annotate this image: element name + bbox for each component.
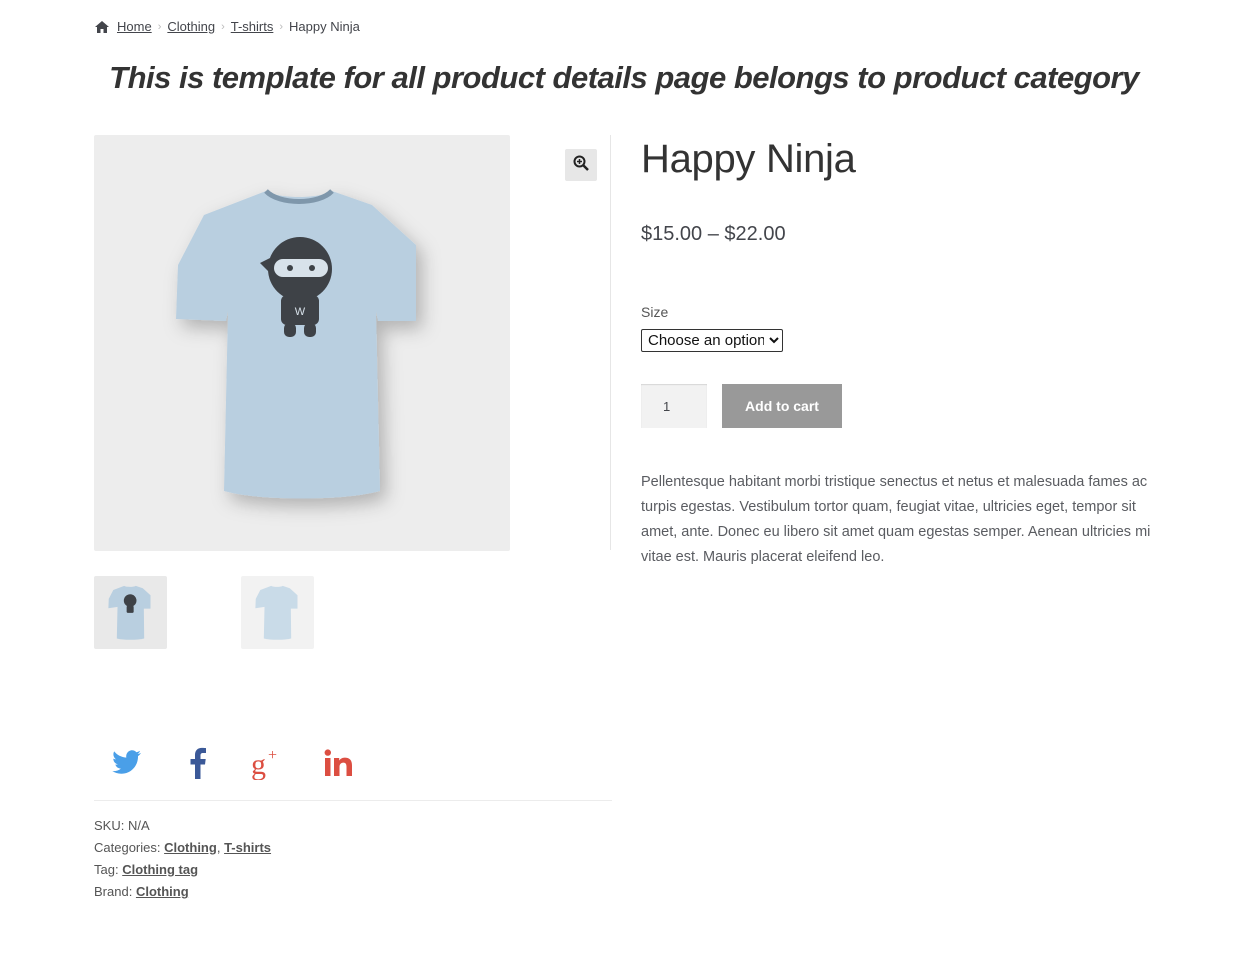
- facebook-icon[interactable]: [178, 740, 218, 786]
- brand-label: Brand:: [94, 884, 133, 899]
- linkedin-icon[interactable]: [319, 740, 359, 786]
- tshirt-ninja-image: W: [176, 189, 416, 499]
- svg-text:W: W: [295, 306, 306, 318]
- sku-value: N/A: [127, 818, 150, 833]
- breadcrumb-tshirts-link[interactable]: T-shirts: [231, 19, 274, 34]
- tshirt-ninja-thumbnail-image: [108, 585, 151, 640]
- home-icon[interactable]: [94, 20, 110, 34]
- product-main-image[interactable]: W: [94, 135, 510, 551]
- product-thumbnail-1[interactable]: [94, 576, 167, 649]
- size-select[interactable]: Choose an option: [641, 329, 783, 352]
- category-link-tshirts[interactable]: T-shirts: [224, 840, 271, 855]
- product-title: Happy Ninja: [641, 137, 856, 181]
- product-price: $15.00 – $22.00: [641, 223, 786, 245]
- quantity-input[interactable]: [641, 384, 707, 428]
- category-link-clothing[interactable]: Clothing: [164, 840, 217, 855]
- tshirt-back-thumbnail-image: [255, 585, 298, 640]
- template-heading: This is template for all product details…: [109, 60, 1139, 95]
- breadcrumb-home-link[interactable]: Home: [117, 19, 152, 34]
- categories-row: Categories: Clothing, T-shirts: [94, 840, 271, 855]
- tag-label: Tag:: [94, 862, 119, 877]
- brand-row: Brand: Clothing: [94, 884, 189, 899]
- size-label: Size: [641, 304, 669, 320]
- category-separator: ,: [216, 840, 221, 855]
- categories-label: Categories:: [94, 840, 161, 855]
- breadcrumb-current: Happy Ninja: [289, 19, 360, 34]
- breadcrumb: Home › Clothing › T-shirts › Happy Ninja: [94, 19, 360, 34]
- product-short-description: Pellentesque habitant morbi tristique se…: [641, 474, 1151, 565]
- google-plus-icon[interactable]: g +: [248, 740, 288, 786]
- brand-link[interactable]: Clothing: [136, 884, 189, 899]
- sku-label: SKU:: [94, 818, 125, 833]
- breadcrumb-separator: ›: [157, 20, 162, 33]
- product-thumbnail-2[interactable]: [241, 576, 314, 649]
- tag-link[interactable]: Clothing tag: [122, 862, 198, 877]
- add-to-cart-button[interactable]: Add to cart: [722, 384, 842, 428]
- tag-row: Tag: Clothing tag: [94, 862, 198, 877]
- svg-text:g: g: [251, 748, 266, 780]
- breadcrumb-separator: ›: [279, 20, 284, 33]
- divider: [610, 135, 611, 550]
- zoom-button[interactable]: [565, 149, 597, 181]
- zoom-in-icon: [573, 155, 589, 176]
- breadcrumb-separator: ›: [221, 20, 225, 33]
- meta-divider: [94, 800, 612, 801]
- svg-text:+: +: [268, 747, 277, 764]
- breadcrumb-clothing-link[interactable]: Clothing: [167, 19, 215, 34]
- sku-row: SKU: N/A: [94, 818, 150, 833]
- twitter-icon[interactable]: [107, 740, 147, 786]
